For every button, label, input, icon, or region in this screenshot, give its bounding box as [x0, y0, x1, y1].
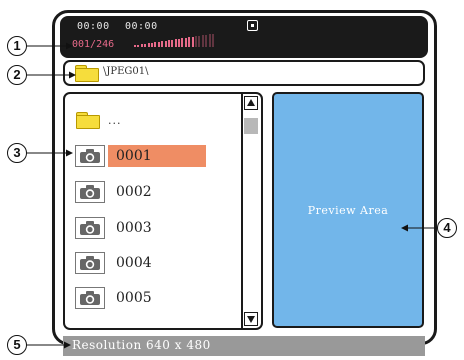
callout-5: 5: [7, 335, 27, 355]
callout-1: 1: [7, 36, 27, 56]
callout-leader-lines: [26, 42, 437, 349]
callout-4: 4: [437, 218, 457, 238]
callout-3: 3: [7, 143, 27, 163]
callout-2: 2: [7, 65, 27, 85]
